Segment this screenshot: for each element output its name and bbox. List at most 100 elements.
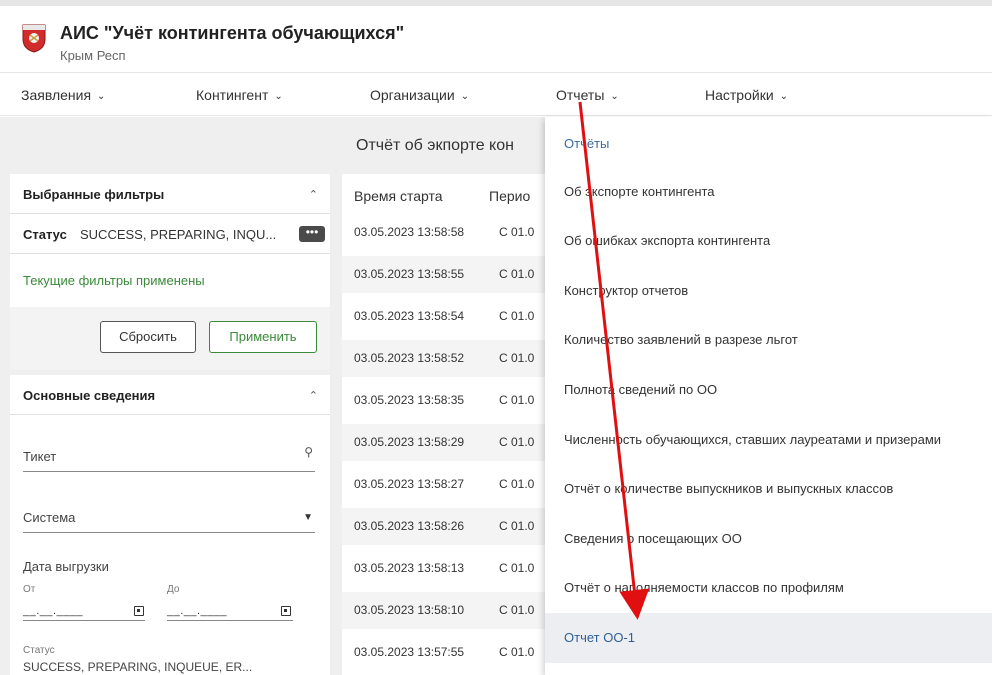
nav-label: Настройки xyxy=(705,87,774,103)
table-row[interactable]: 03.05.2023 13:58:13 С 01.0 xyxy=(342,550,552,587)
menu-item-report[interactable]: Об экспорте контингента xyxy=(545,167,992,217)
nav-item-organizations[interactable]: Организации ⌄ xyxy=(370,87,469,103)
chevron-down-icon: ⌄ xyxy=(97,91,106,102)
panel-title: Основные сведения xyxy=(23,388,156,403)
menu-item-report[interactable]: Отчет ОО-1 xyxy=(545,613,992,663)
panel-title: Выбранные фильтры xyxy=(23,187,165,202)
main-info-panel: Основные сведения ⌃ Тикет ⚲ Система ▼ Да… xyxy=(10,375,330,675)
cell-start-time: 03.05.2023 13:58:29 xyxy=(354,435,465,449)
cell-period: С 01.0 xyxy=(499,435,535,449)
table-row[interactable]: 03.05.2023 13:58:10 С 01.0 xyxy=(342,592,552,629)
menu-item-report[interactable]: Отчёты xyxy=(545,117,992,167)
menu-item-report[interactable]: Сведения о посещающих ОО xyxy=(545,514,992,564)
chevron-down-icon: ⌄ xyxy=(610,91,619,102)
menu-item-report[interactable]: Об ошибках экспорта контингента xyxy=(545,216,992,266)
cell-start-time: 03.05.2023 13:58:52 xyxy=(354,351,465,365)
cell-start-time: 03.05.2023 13:58:35 xyxy=(354,393,465,407)
status-label: Статус xyxy=(23,227,67,242)
menu-item-label: Полнота сведений по ОО xyxy=(564,382,718,397)
nav-label: Отчеты xyxy=(556,87,605,103)
menu-item-report[interactable]: Отчёт о наполняемости классов по профиля… xyxy=(545,563,992,613)
date-from-input[interactable]: __.__.____ xyxy=(23,605,83,617)
table-row[interactable]: 03.05.2023 13:58:27 С 01.0 xyxy=(342,466,552,503)
table-row[interactable]: 03.05.2023 13:58:35 С 01.0 xyxy=(342,382,552,419)
cell-start-time: 03.05.2023 13:58:58 xyxy=(354,225,465,239)
menu-item-label: Отчет ОО-1 xyxy=(564,630,635,645)
nav-item-applications[interactable]: Заявления ⌄ xyxy=(21,87,105,103)
chevron-down-icon: ⌄ xyxy=(460,91,470,102)
menu-item-label: Сведения о посещающих ОО xyxy=(564,530,742,546)
main-nav: Заявления ⌄ Контингент ⌄ Организации ⌄ Отче… xyxy=(0,72,992,116)
cell-start-time: 03.05.2023 13:57:55 xyxy=(354,645,465,659)
cell-period: С 01.0 xyxy=(499,603,535,617)
table-row[interactable]: 03.05.2023 13:57:55 С 01.0 xyxy=(342,634,552,671)
filter-actions: Сбросить Применить xyxy=(10,307,330,370)
cell-period: С 01.0 xyxy=(499,393,535,407)
panel-header[interactable]: Основные сведения ⌃ xyxy=(10,375,330,415)
menu-item-report[interactable]: Количество заявлений в разрезе льгот xyxy=(545,315,992,365)
calendar-icon[interactable] xyxy=(281,606,291,616)
column-header-period[interactable]: Перио xyxy=(489,188,530,204)
menu-item-report[interactable]: Отчёт о количестве выпускников и выпускн… xyxy=(545,464,992,514)
nav-item-contingent[interactable]: Контингент ⌄ xyxy=(196,87,283,103)
menu-item-label: Отчёт о наполняемости классов по профиля… xyxy=(564,580,844,596)
cell-start-time: 03.05.2023 13:58:54 xyxy=(354,309,465,323)
table-row[interactable]: 03.05.2023 13:58:58 С 01.0 xyxy=(342,214,552,251)
system-select[interactable]: Система ▼ xyxy=(23,510,315,534)
chevron-down-icon: ⌄ xyxy=(274,91,283,102)
nav-item-reports[interactable]: Отчеты ⌄ xyxy=(556,87,619,103)
more-dots-icon[interactable]: ••• xyxy=(299,226,325,242)
search-icon[interactable]: ⚲ xyxy=(304,445,313,459)
status-select-value: SUCCESS, PREPARING, INQUEUE, ER... xyxy=(23,660,253,674)
menu-item-label: Количество заявлений в разрезе льгот xyxy=(564,332,798,348)
cell-start-time: 03.05.2023 13:58:27 xyxy=(354,477,465,491)
calendar-icon[interactable] xyxy=(134,606,144,616)
to-label: До xyxy=(167,584,180,595)
status-select[interactable]: Статус SUCCESS, PREPARING, INQUEUE, ER..… xyxy=(23,645,315,675)
menu-item-report[interactable]: Конструктор отчетов xyxy=(545,266,992,316)
reports-dropdown-menu: Отчёты Об экспорте контингента Об ошибках … xyxy=(545,117,992,675)
cell-period: С 01.0 xyxy=(499,225,535,239)
chevron-up-icon[interactable]: ⌃ xyxy=(309,389,318,402)
date-to-input[interactable]: __.__.____ xyxy=(167,605,227,617)
menu-item-report[interactable]: Полнота сведений по ОО xyxy=(545,365,992,415)
reset-button[interactable]: Сбросить xyxy=(100,321,196,353)
cell-period: С 01.0 xyxy=(499,645,535,659)
export-date-group: Дата выгрузки От До __.__.____ __.__.___… xyxy=(23,559,315,621)
nav-label: Заявления xyxy=(21,87,92,103)
export-date-label: Дата выгрузки xyxy=(23,559,109,574)
system-label: Система xyxy=(23,510,76,525)
cell-start-time: 03.05.2023 13:58:10 xyxy=(354,603,465,617)
selected-filters-panel: Выбранные фильтры ⌃ Статус SUCCESS, PREP… xyxy=(10,174,330,370)
crimea-emblem-icon xyxy=(22,24,46,53)
input-underline xyxy=(23,532,315,533)
table-row[interactable]: 03.05.2023 13:58:29 С 01.0 xyxy=(342,424,552,461)
app-subtitle: Крым Респ xyxy=(60,48,126,63)
app-title: АИС "Учёт контингента обучающихся" xyxy=(60,23,405,43)
status-select-label: Статус xyxy=(23,645,55,656)
cell-period: С 01.0 xyxy=(499,561,535,575)
menu-item-label: Об экспорте контингента xyxy=(564,183,715,199)
table-row[interactable]: 03.05.2023 13:58:54 С 01.0 xyxy=(342,298,552,335)
menu-item-report[interactable]: Численность обучающихся, ставших лауреат… xyxy=(545,415,992,465)
filters-applied-text: Текущие фильтры применены xyxy=(23,273,205,288)
nav-label: Контингент xyxy=(196,87,269,103)
menu-item-label: Конструктор отчетов xyxy=(564,282,689,298)
cell-period: С 01.0 xyxy=(499,519,535,533)
table-row[interactable]: 03.05.2023 13:58:52 С 01.0 xyxy=(342,340,552,377)
chevron-up-icon[interactable]: ⌃ xyxy=(309,188,318,201)
apply-button[interactable]: Применить xyxy=(209,321,317,353)
nav-item-settings[interactable]: Настройки ⌄ xyxy=(705,87,788,103)
column-header-start-time[interactable]: Время старта xyxy=(354,188,443,204)
menu-item-label: Об ошибках экспорта контингента xyxy=(564,233,771,249)
menu-item-label: Численность обучающихся, ставших лауреат… xyxy=(564,431,942,447)
table-row[interactable]: 03.05.2023 13:58:55 С 01.0 xyxy=(342,256,552,293)
input-underline xyxy=(23,620,145,621)
panel-header[interactable]: Выбранные фильтры ⌃ xyxy=(10,174,330,214)
cell-period: С 01.0 xyxy=(499,477,535,491)
ticket-input[interactable]: Тикет ⚲ xyxy=(23,445,315,473)
nav-label: Организации xyxy=(370,87,455,103)
dropdown-arrow-icon: ▼ xyxy=(303,512,313,523)
table-row[interactable]: 03.05.2023 13:58:26 С 01.0 xyxy=(342,508,552,545)
export-report-table: Время старта Перио 03.05.2023 13:58:58 С … xyxy=(342,174,552,675)
